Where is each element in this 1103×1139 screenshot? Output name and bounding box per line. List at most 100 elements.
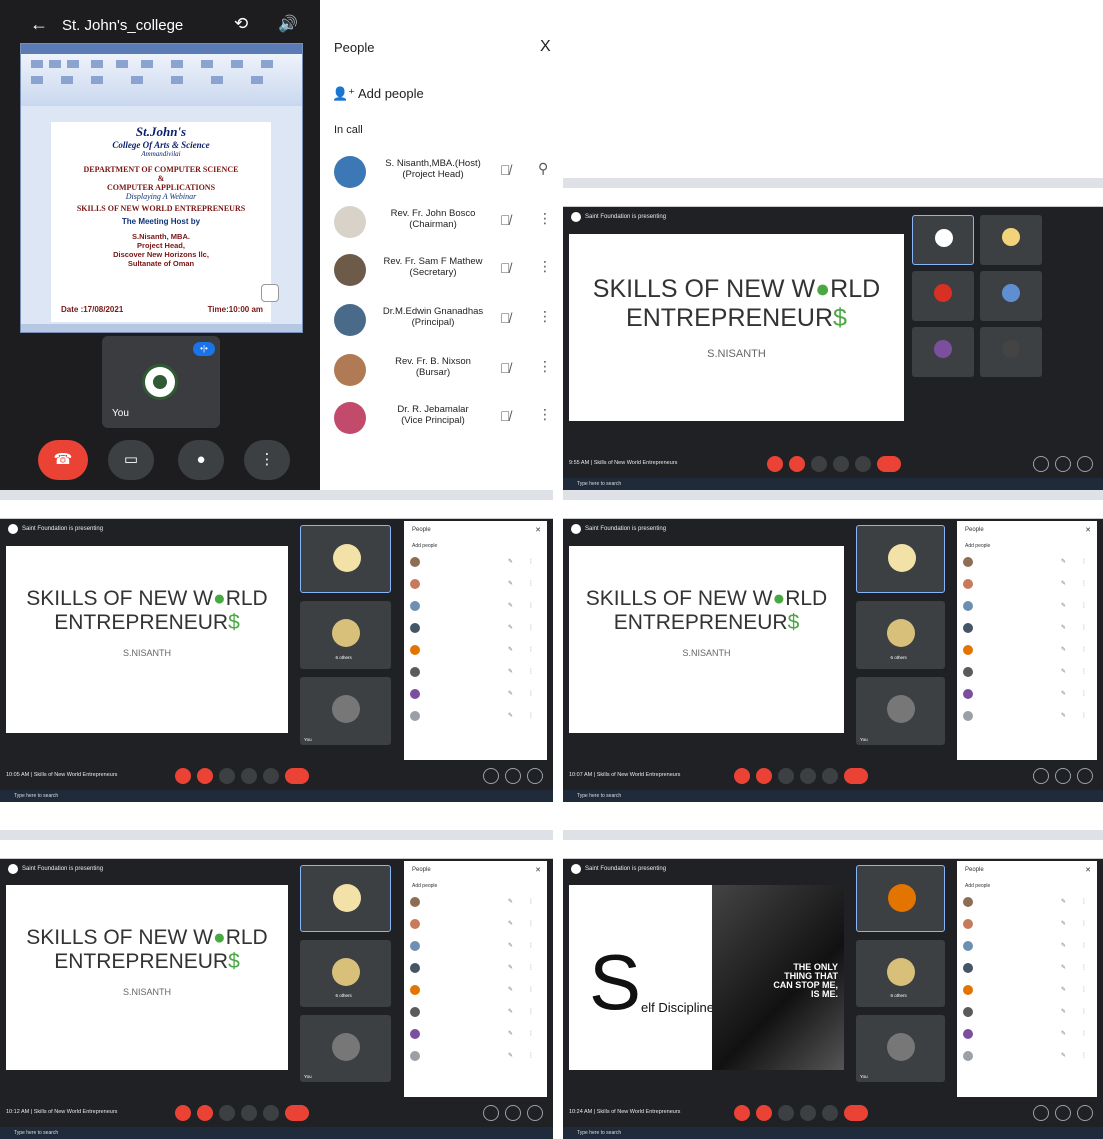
add-people-button[interactable]: 👤⁺ Add people xyxy=(332,86,424,102)
camera-off-button[interactable] xyxy=(197,1105,213,1121)
more-vert-icon[interactable]: ⋮ xyxy=(528,712,534,719)
more-vert-icon[interactable]: ⋮ xyxy=(538,406,552,423)
more-vert-icon[interactable]: ⋮ xyxy=(528,690,534,697)
taskbar-search[interactable]: Type here to search xyxy=(577,1130,621,1136)
info-icon[interactable] xyxy=(1033,768,1049,784)
captions-button[interactable] xyxy=(778,1105,794,1121)
sidebar-participant-row[interactable]: ✎ ⋮ xyxy=(963,709,1093,725)
more-options-button[interactable] xyxy=(263,768,279,784)
more-vert-icon[interactable]: ⋮ xyxy=(528,986,534,993)
present-button[interactable] xyxy=(800,768,816,784)
mic-off-button[interactable] xyxy=(175,768,191,784)
more-vert-icon[interactable]: ⋮ xyxy=(1081,712,1087,719)
more-vert-icon[interactable]: ⋮ xyxy=(528,624,534,631)
sidebar-participant-row[interactable]: ✎ ⋮ xyxy=(963,621,1093,637)
sidebar-participant-row[interactable]: ✎ ⋮ xyxy=(963,917,1093,933)
participant-tile[interactable] xyxy=(980,271,1042,321)
participant-row[interactable]: Rev. Fr. B. Nixson (Bursar) 🎙̸ ⋮ xyxy=(320,352,565,398)
captions-button[interactable] xyxy=(811,456,827,472)
more-vert-icon[interactable]: ⋮ xyxy=(1081,964,1087,971)
camera-off-button[interactable] xyxy=(197,768,213,784)
switch-camera-icon[interactable]: ⟲ xyxy=(234,14,248,34)
participant-tile[interactable] xyxy=(300,865,391,932)
sidebar-participant-row[interactable]: ✎ ⋮ xyxy=(963,1005,1093,1021)
sidebar-participant-row[interactable]: ✎ ⋮ xyxy=(963,687,1093,703)
more-vert-icon[interactable]: ⋮ xyxy=(528,602,534,609)
more-vert-icon[interactable]: ⋮ xyxy=(528,646,534,653)
more-vert-icon[interactable]: ⋮ xyxy=(528,1052,534,1059)
participant-tile[interactable] xyxy=(856,865,945,932)
participant-tile[interactable]: You xyxy=(856,1015,945,1082)
sidebar-participant-row[interactable]: ✎ ⋮ xyxy=(410,895,540,911)
sidebar-participant-row[interactable]: ✎ ⋮ xyxy=(410,643,540,659)
sidebar-participant-row[interactable]: ✎ ⋮ xyxy=(410,1005,540,1021)
participant-tile[interactable] xyxy=(980,215,1042,265)
more-vert-icon[interactable]: ⋮ xyxy=(1081,602,1087,609)
browser-address-bar[interactable] xyxy=(563,500,1103,510)
more-vert-icon[interactable]: ⋮ xyxy=(1081,624,1087,631)
participant-tile[interactable]: 6 others xyxy=(856,601,945,669)
sidebar-participant-row[interactable]: ✎ ⋮ xyxy=(410,599,540,615)
participant-tile[interactable] xyxy=(980,327,1042,377)
sidebar-participant-row[interactable]: ✎ ⋮ xyxy=(410,665,540,681)
mic-toggle-button[interactable]: ● xyxy=(178,440,224,480)
add-people-link[interactable]: Add people xyxy=(965,543,990,549)
more-vert-icon[interactable]: ⋮ xyxy=(1081,920,1087,927)
sidebar-participant-row[interactable]: ✎ ⋮ xyxy=(963,1049,1093,1065)
people-icon[interactable] xyxy=(505,1105,521,1121)
sidebar-participant-row[interactable]: ✎ ⋮ xyxy=(963,555,1093,571)
add-people-link[interactable]: Add people xyxy=(412,543,437,549)
participant-tile[interactable]: You xyxy=(300,677,391,745)
sidebar-participant-row[interactable]: ✎ ⋮ xyxy=(963,599,1093,615)
participant-row[interactable]: S. Nisanth,MBA.(Host) (Project Head) 🎙̸ ⚲ xyxy=(320,154,565,200)
info-icon[interactable] xyxy=(483,768,499,784)
more-vert-icon[interactable]: ⋮ xyxy=(1081,898,1087,905)
captions-button[interactable] xyxy=(219,768,235,784)
taskbar-search[interactable]: Type here to search xyxy=(14,1130,58,1136)
taskbar-search[interactable]: Type here to search xyxy=(577,793,621,799)
more-vert-icon[interactable]: ⋮ xyxy=(1081,558,1087,565)
participant-tile[interactable] xyxy=(856,525,945,593)
participant-tile[interactable] xyxy=(912,327,974,377)
browser-tab-strip[interactable] xyxy=(563,830,1103,840)
more-vert-icon[interactable]: ⋮ xyxy=(1081,646,1087,653)
pin-icon[interactable]: ⚲ xyxy=(538,160,548,177)
people-icon[interactable] xyxy=(1055,768,1071,784)
add-people-link[interactable]: Add people xyxy=(412,883,437,889)
sidebar-participant-row[interactable]: ✎ ⋮ xyxy=(963,939,1093,955)
add-people-link[interactable]: Add people xyxy=(965,883,990,889)
taskbar-search[interactable]: Type here to search xyxy=(577,481,621,487)
more-options-button[interactable] xyxy=(822,768,838,784)
mic-off-button[interactable] xyxy=(734,768,750,784)
participant-tile[interactable] xyxy=(300,525,391,593)
browser-tab-strip[interactable] xyxy=(563,490,1103,500)
sidebar-participant-row[interactable]: ✎ ⋮ xyxy=(963,665,1093,681)
browser-address-bar[interactable] xyxy=(0,500,553,510)
participant-tile[interactable]: 6 others xyxy=(300,601,391,669)
more-vert-icon[interactable]: ⋮ xyxy=(1081,1008,1087,1015)
camera-off-button[interactable] xyxy=(756,768,772,784)
more-options-button[interactable]: ⋮ xyxy=(244,440,290,480)
captions-button[interactable] xyxy=(219,1105,235,1121)
hang-up-button[interactable]: ☎ xyxy=(38,440,88,480)
more-vert-icon[interactable]: ⋮ xyxy=(528,898,534,905)
participant-tile[interactable]: You xyxy=(300,1015,391,1082)
captions-button[interactable] xyxy=(778,768,794,784)
more-vert-icon[interactable]: ⋮ xyxy=(528,580,534,587)
sidebar-participant-row[interactable]: ✎ ⋮ xyxy=(410,687,540,703)
self-video-tile[interactable]: •|• You xyxy=(102,336,220,428)
hang-up-button[interactable] xyxy=(844,1105,868,1121)
more-vert-icon[interactable]: ⋮ xyxy=(528,1030,534,1037)
participant-tile[interactable]: 6 others xyxy=(856,940,945,1007)
info-icon[interactable] xyxy=(483,1105,499,1121)
sidebar-participant-row[interactable]: ✎ ⋮ xyxy=(963,983,1093,999)
present-button[interactable] xyxy=(833,456,849,472)
more-vert-icon[interactable]: ⋮ xyxy=(528,964,534,971)
chat-icon[interactable] xyxy=(527,1105,543,1121)
camera-off-button[interactable] xyxy=(789,456,805,472)
more-options-button[interactable] xyxy=(855,456,871,472)
sidebar-participant-row[interactable]: ✎ ⋮ xyxy=(410,577,540,593)
more-vert-icon[interactable]: ⋮ xyxy=(1081,668,1087,675)
more-vert-icon[interactable]: ⋮ xyxy=(538,308,552,325)
more-vert-icon[interactable]: ⋮ xyxy=(538,210,552,227)
